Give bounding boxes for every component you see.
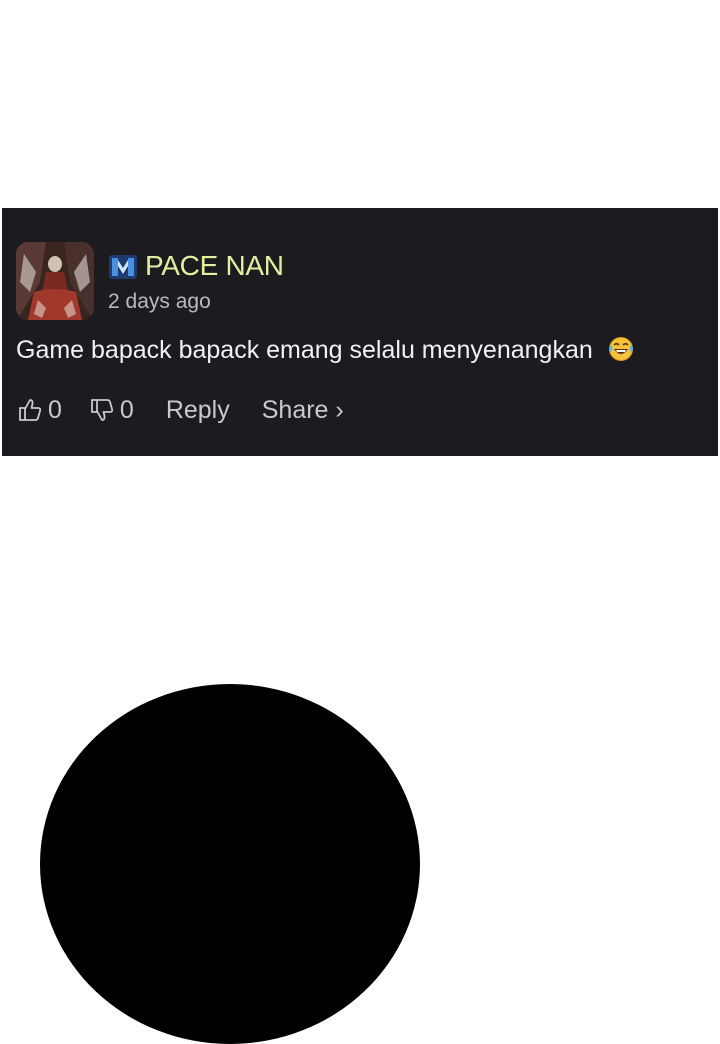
laughing-tears-emoji-icon — [608, 337, 633, 361]
comment-body: Game bapack bapack emang selalu menyenan… — [16, 336, 593, 364]
avatar-image — [16, 242, 94, 320]
like-count: 0 — [48, 395, 62, 424]
timestamp: 2 days ago — [108, 290, 211, 313]
like-button[interactable]: 0 — [16, 396, 62, 425]
thumbs-up-icon — [19, 399, 42, 421]
dark-silhouette-shape — [40, 684, 420, 1044]
share-button[interactable]: Share › — [262, 396, 344, 425]
comment-card: PACE NAN 2 days ago Game bapack bapack e… — [2, 208, 718, 456]
dislike-count: 0 — [119, 395, 134, 424]
thumbs-down-icon — [91, 399, 114, 421]
comment-text: Game bapack bapack emang selalu menyenan… — [16, 336, 634, 365]
avatar[interactable] — [16, 242, 94, 320]
username[interactable]: PACE NAN — [145, 250, 284, 282]
dislike-button[interactable]: 0 — [88, 396, 134, 425]
user-badge-icon — [109, 255, 137, 279]
comment-actions: 0 0 Reply Share › — [16, 392, 344, 428]
reply-button[interactable]: Reply — [166, 396, 230, 425]
